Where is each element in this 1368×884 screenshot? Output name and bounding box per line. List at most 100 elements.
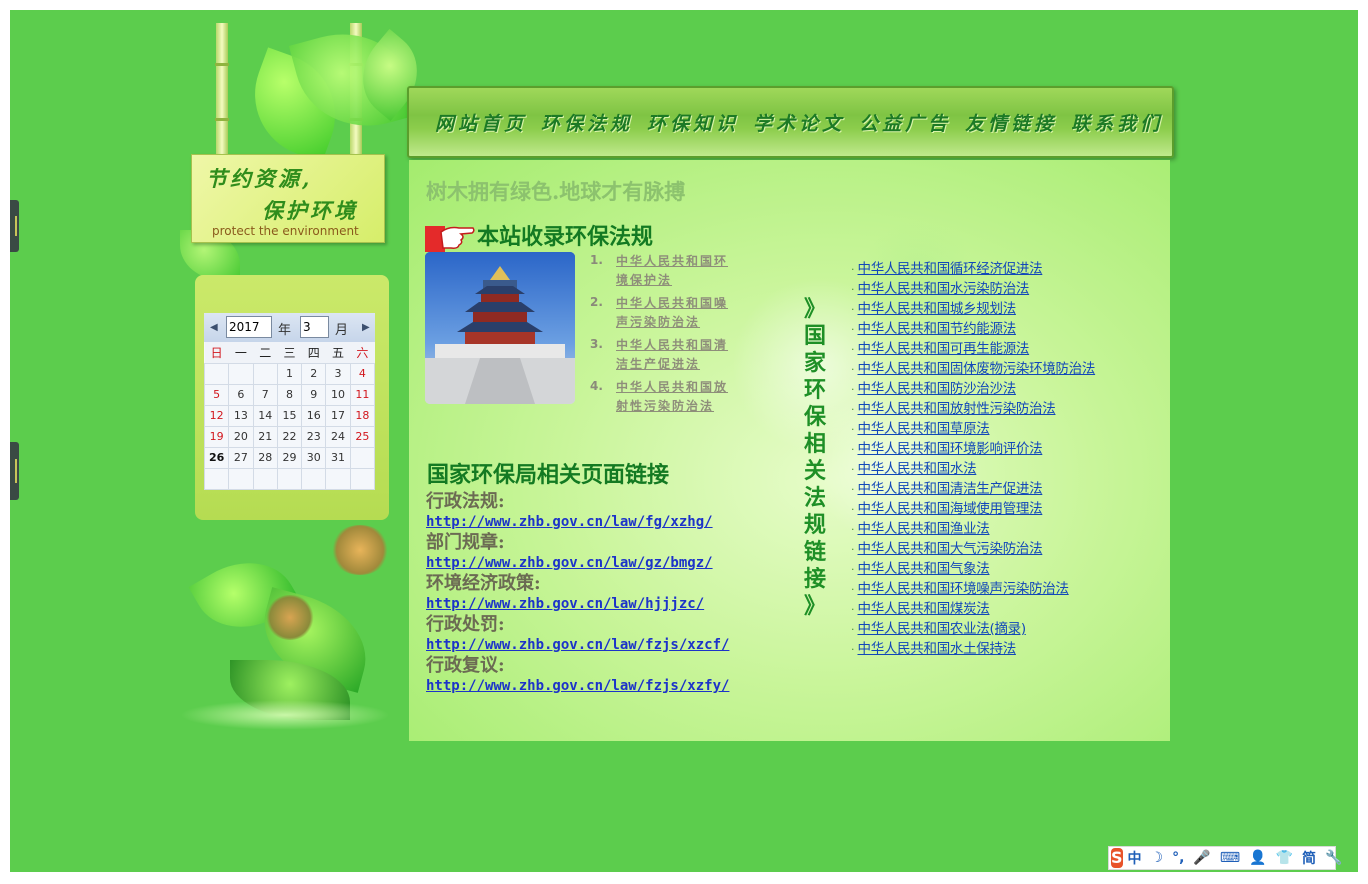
law-link-item: · 中华人民共和国防沙治沙法 [851, 377, 1095, 397]
law-link[interactable]: 中华人民共和国节约能源法 [858, 321, 1017, 337]
prev-month-icon[interactable]: ◀ [210, 322, 218, 333]
flower-decoration [265, 595, 315, 640]
calendar-day-cell[interactable]: 19 [203, 425, 230, 448]
law-link[interactable]: 中华人民共和国环境噪声污染防治法 [858, 581, 1070, 597]
calendar-day-cell[interactable]: 22 [276, 425, 303, 448]
law-number: 4. [590, 379, 603, 393]
law-link[interactable]: 中华人民共和国水污染防治法 [858, 281, 1030, 297]
calendar-day-cell[interactable]: 21 [252, 425, 278, 448]
calendar-day-cell[interactable]: 20 [228, 425, 254, 448]
law-link[interactable]: 中华人民共和国清洁生产促进法 [858, 481, 1043, 497]
keyboard-icon[interactable]: ⌨ [1220, 850, 1240, 866]
calendar-day-cell[interactable]: 16 [301, 404, 327, 427]
calendar-day-cell[interactable]: 13 [228, 404, 254, 427]
calendar-day-cell[interactable]: 31 [325, 446, 351, 469]
law-number: 3. [590, 337, 603, 351]
nav-knowledge[interactable]: 环保知识 [647, 109, 739, 136]
calendar-day-cell[interactable]: 6 [228, 383, 254, 406]
featured-law-item[interactable]: 4. 中华人民共和国放 射性污染防治法 [590, 378, 740, 416]
law-link[interactable]: 中华人民共和国环 境保护法 [616, 252, 728, 290]
law-link[interactable]: 中华人民共和国清洁生产促进法 [616, 336, 728, 374]
calendar-day-cell[interactable]: 28 [252, 446, 278, 469]
law-link[interactable]: 中华人民共和国可再生能源法 [858, 341, 1030, 357]
bullet: · [851, 443, 855, 456]
featured-law-item[interactable]: 1. 中华人民共和国环 境保护法 [590, 252, 740, 290]
nav-friend-links[interactable]: 友情链接 [965, 109, 1057, 136]
calendar-day-cell[interactable]: 17 [325, 404, 351, 427]
calendar-day-cell[interactable]: 15 [276, 404, 303, 427]
next-month-icon[interactable]: ▶ [362, 322, 370, 333]
law-link[interactable]: 中华人民共和国气象法 [858, 561, 990, 577]
law-link[interactable]: 中华人民共和国海域使用管理法 [858, 501, 1043, 517]
month-input[interactable]: 3 [300, 316, 329, 338]
law-link[interactable]: 中华人民共和国环境影响评价法 [858, 441, 1043, 457]
calendar-day-cell[interactable]: 14 [252, 404, 278, 427]
side-scroll-tab-upper[interactable] [10, 200, 19, 252]
epa-url-link[interactable]: http://www.zhb.gov.cn/law/fg/xzhg/ [426, 513, 729, 532]
calendar-day-cell[interactable]: 23 [301, 425, 327, 448]
calendar-day-cell[interactable]: 12 [203, 404, 230, 427]
nav-regulations[interactable]: 环保法规 [541, 109, 633, 136]
moon-icon[interactable]: ☽ [1151, 850, 1164, 866]
epa-url-link[interactable]: http://www.zhb.gov.cn/law/fzjs/xzcf/ [426, 636, 729, 655]
law-link[interactable]: 中华人民共和国草原法 [858, 421, 990, 437]
law-link[interactable]: 中华人民共和国大气污染防治法 [858, 541, 1043, 557]
law-link[interactable]: 中华人民共和国水法 [858, 461, 977, 477]
calendar-day-cell[interactable]: 10 [325, 383, 351, 406]
nav-contact[interactable]: 联系我们 [1071, 109, 1163, 136]
calendar-day-cell[interactable]: 26 [203, 446, 230, 469]
nav-home[interactable]: 网站首页 [435, 109, 527, 136]
calendar-day-cell[interactable]: 5 [203, 383, 230, 406]
simplified-chinese-button[interactable]: 简 [1302, 848, 1316, 868]
weekday-header: 二 [253, 342, 278, 363]
law-link-item: · 中华人民共和国城乡规划法 [851, 297, 1095, 317]
weekday-header: 六 [350, 342, 375, 363]
law-link[interactable]: 中华人民共和国放射性污染防治法 [616, 378, 728, 416]
calendar-day-cell[interactable]: 7 [252, 383, 278, 406]
bullet: · [851, 323, 855, 336]
calendar-day-cell[interactable]: 3 [325, 362, 351, 385]
vertical-section-title: 》国家环保相关法规链接》 [803, 296, 827, 620]
sogou-logo-icon[interactable]: S [1111, 848, 1123, 868]
side-scroll-tab-lower[interactable] [10, 442, 19, 500]
law-link[interactable]: 中华人民共和国渔业法 [858, 521, 990, 537]
calendar-day-cell[interactable]: 29 [276, 446, 303, 469]
user-icon[interactable]: 👤 [1249, 850, 1266, 866]
calendar-day-cell[interactable]: 25 [349, 425, 376, 448]
featured-law-item[interactable]: 2. 中华人民共和国噪 声污染防治法 [590, 294, 740, 332]
skin-icon[interactable]: 👕 [1276, 850, 1293, 866]
year-input[interactable]: 2017 [226, 316, 272, 338]
law-link[interactable]: 中华人民共和国固体废物污染环境防治法 [858, 361, 1096, 377]
epa-url-link[interactable]: http://www.zhb.gov.cn/law/gz/bmgz/ [426, 554, 729, 573]
calendar-day-cell[interactable]: 27 [228, 446, 254, 469]
calendar-day-cell[interactable]: 9 [301, 383, 327, 406]
epa-url-link[interactable]: http://www.zhb.gov.cn/law/fzjs/xzfy/ [426, 677, 729, 696]
calendar-day-cell[interactable]: 30 [301, 446, 327, 469]
calendar-day-cell[interactable]: 2 [301, 362, 327, 385]
law-link[interactable]: 中华人民共和国城乡规划法 [858, 301, 1017, 317]
nav-papers[interactable]: 学术论文 [753, 109, 845, 136]
law-link[interactable]: 中华人民共和国噪 声污染防治法 [616, 294, 728, 332]
microphone-icon[interactable]: 🎤 [1193, 850, 1210, 866]
epa-url-link[interactable]: http://www.zhb.gov.cn/law/hjjjzc/ [426, 595, 729, 614]
punctuation-icon[interactable]: °, [1172, 850, 1184, 866]
calendar-day-cell[interactable]: 4 [349, 362, 376, 385]
settings-wrench-icon[interactable]: 🔧 [1325, 850, 1342, 866]
law-link[interactable]: 中华人民共和国农业法(摘录) [858, 621, 1027, 637]
nav-public-ads[interactable]: 公益广告 [859, 109, 951, 136]
vertical-title-char: 》 [803, 296, 826, 322]
calendar-day-cell [203, 467, 230, 490]
calendar-day-cell[interactable]: 18 [349, 404, 376, 427]
law-link[interactable]: 中华人民共和国循环经济促进法 [858, 261, 1043, 277]
law-link[interactable]: 中华人民共和国放射性污染防治法 [858, 401, 1056, 417]
featured-law-item[interactable]: 3. 中华人民共和国清 洁生产促进法 [590, 336, 740, 374]
law-link-item: · 中华人民共和国清洁生产促进法 [851, 477, 1095, 497]
calendar-day-cell[interactable]: 24 [325, 425, 351, 448]
calendar-day-cell[interactable]: 11 [349, 383, 376, 406]
calendar-day-cell[interactable]: 8 [276, 383, 303, 406]
ime-chinese-mode-button[interactable]: 中 [1128, 848, 1142, 868]
law-link[interactable]: 中华人民共和国水土保持法 [858, 641, 1017, 657]
calendar-day-cell[interactable]: 1 [276, 362, 303, 385]
law-link[interactable]: 中华人民共和国防沙治沙法 [858, 381, 1017, 397]
law-link[interactable]: 中华人民共和国煤炭法 [858, 601, 990, 617]
